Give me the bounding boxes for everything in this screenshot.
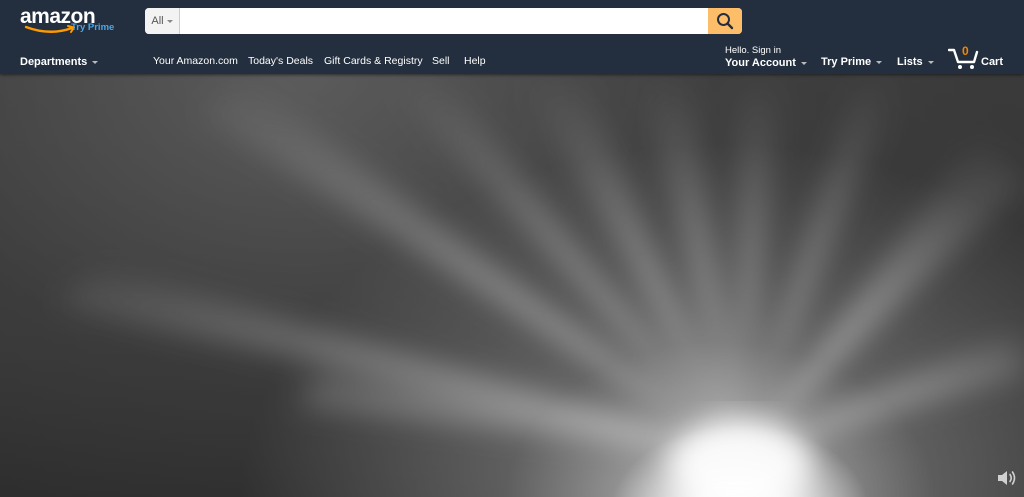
try-prime-label: Try Prime: [821, 56, 872, 68]
cart-label: Cart: [981, 56, 1004, 68]
search-scope-label: All: [151, 15, 164, 27]
departments-menu[interactable]: Departments: [20, 56, 99, 68]
volume-icon[interactable]: [996, 469, 1018, 487]
chevron-down-icon: [927, 60, 934, 64]
nav-sell[interactable]: Sell: [432, 55, 450, 67]
lists-menu[interactable]: Lists: [897, 56, 934, 68]
page: amazon Try Prime All Departments Your Am…: [0, 0, 1024, 497]
account-label: Your Account: [725, 57, 796, 69]
cart-count: 0: [962, 44, 969, 58]
departments-label: Departments: [20, 56, 88, 68]
chevron-down-icon: [92, 60, 99, 64]
nav-help[interactable]: Help: [464, 55, 486, 67]
nav-gift-cards[interactable]: Gift Cards & Registry: [324, 55, 423, 67]
search-bar: All: [145, 8, 742, 34]
chevron-down-icon: [876, 60, 883, 64]
search-icon: [717, 13, 734, 30]
top-nav: amazon Try Prime All Departments Your Am…: [0, 0, 1024, 74]
search-input[interactable]: [180, 8, 708, 34]
amazon-logo[interactable]: amazon Try Prime: [20, 5, 120, 35]
search-scope-dropdown[interactable]: All: [145, 8, 180, 34]
nav-your-amazon[interactable]: Your Amazon.com: [153, 55, 238, 67]
try-prime-menu[interactable]: Try Prime: [821, 56, 883, 68]
account-menu[interactable]: Hello. Sign in Your Account: [725, 46, 807, 70]
account-greeting: Hello. Sign in: [725, 45, 781, 56]
chevron-down-icon: [800, 61, 807, 65]
nav-todays-deals[interactable]: Today's Deals: [248, 55, 313, 67]
lists-label: Lists: [897, 56, 923, 68]
search-button[interactable]: [708, 8, 742, 34]
chevron-down-icon: [166, 19, 173, 23]
cart-button[interactable]: 0 Cart: [948, 44, 1008, 70]
account-label-row: Your Account: [725, 56, 807, 70]
light-rays-graphic: [60, 74, 1024, 497]
logo-try-prime: Try Prime: [71, 22, 115, 33]
hero-video-banner[interactable]: [0, 74, 1024, 497]
